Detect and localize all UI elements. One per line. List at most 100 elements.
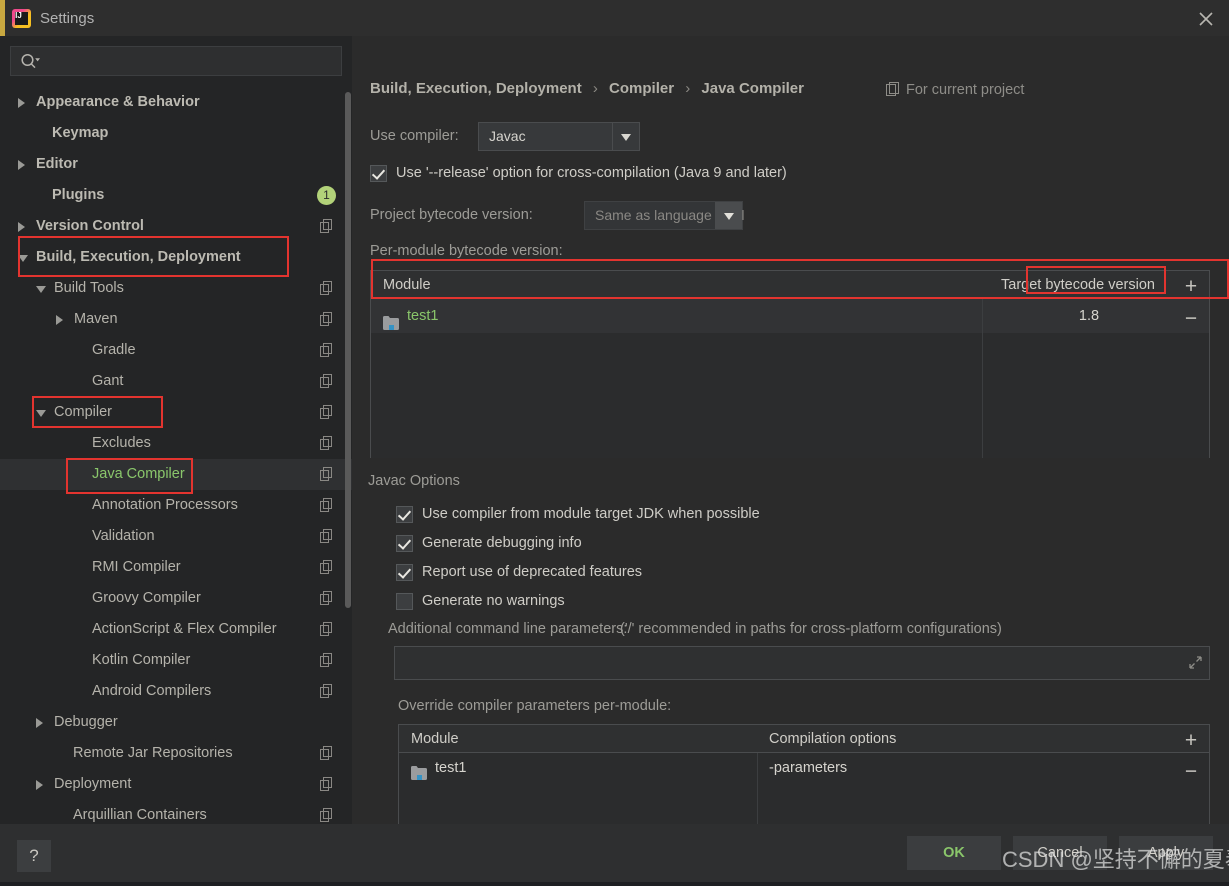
sidebar-item-label: Android Compilers [92,683,212,699]
use-compiler-value: Javac [489,128,526,144]
copy-settings-icon [320,343,334,357]
cell-compilation-options[interactable]: -parameters [769,753,847,783]
chevron-right-icon[interactable] [36,718,43,728]
copy-settings-icon [320,684,334,698]
copy-settings-icon [320,746,334,760]
sidebar-item-label: Compiler [54,404,113,420]
bytecode-col-module: Module [383,277,431,293]
sidebar-item-android-compilers[interactable]: Android Compilers [0,676,352,707]
use-compiler-dropdown[interactable]: Javac [478,122,640,151]
sidebar-item-rmi-compiler[interactable]: RMI Compiler [0,552,352,583]
copy-settings-icon [320,622,334,636]
sidebar-item-remote-jar-repositories[interactable]: Remote Jar Repositories [0,738,352,769]
intellij-idea-logo-icon: IJ [12,9,31,28]
sidebar-item-validation[interactable]: Validation [0,521,352,552]
sidebar-item-label: Plugins [52,187,105,203]
sidebar-item-version-control[interactable]: Version Control [0,211,352,242]
copy-settings-icon [320,560,334,574]
copy-settings-icon [886,82,900,100]
report-deprecated-checkbox[interactable] [396,564,413,581]
background-window-sliver [0,882,1229,886]
sidebar-scrollbar[interactable] [345,92,351,608]
sidebar-item-label: Validation [92,528,155,544]
chevron-right-icon[interactable] [56,315,63,325]
sidebar-item-build-tools[interactable]: Build Tools [0,273,352,304]
sidebar-item-arquillian-containers[interactable]: Arquillian Containers [0,800,352,824]
breadcrumb-item-build[interactable]: Build, Execution, Deployment [370,80,582,97]
sidebar-item-label: Annotation Processors [92,497,238,513]
apply-button[interactable]: Apply [1119,836,1213,870]
sidebar-item-label: Gant [92,373,124,389]
additional-params-input[interactable] [394,646,1210,680]
copy-settings-icon [320,467,334,481]
remove-module-bytecode-button[interactable]: − [1172,304,1210,334]
remove-override-button[interactable]: − [1172,757,1210,787]
override-table-header: Module Compilation options [399,725,1209,753]
sidebar-item-label: Groovy Compiler [92,590,201,606]
breadcrumb-item-compiler[interactable]: Compiler [609,80,674,97]
sidebar-item-editor[interactable]: Editor [0,149,352,180]
sidebar-item-maven[interactable]: Maven [0,304,352,335]
copy-settings-icon [320,312,334,326]
table-row[interactable]: test1 -parameters [399,753,1209,783]
table-row[interactable]: test1 1.8 [371,299,1209,333]
sidebar-item-label: Editor [36,156,78,172]
chevron-right-icon[interactable] [18,222,25,232]
for-current-project-text: For current project [906,82,1025,98]
expand-icon[interactable] [1189,656,1202,674]
sidebar-item-plugins[interactable]: Plugins 1 [0,180,352,211]
chevron-right-icon[interactable] [36,780,43,790]
copy-settings-icon [320,777,334,791]
sidebar-item-gradle[interactable]: Gradle [0,335,352,366]
sidebar-item-label: Keymap [52,125,109,141]
generate-debugging-info-label: Generate debugging info [422,535,582,551]
copy-settings-icon [320,498,334,512]
sidebar-item-gant[interactable]: Gant [0,366,352,397]
help-button[interactable]: ? [17,840,51,872]
chevron-right-icon[interactable] [18,98,25,108]
sidebar-item-excludes[interactable]: Excludes [0,428,352,459]
cell-target-bytecode[interactable]: 1.8 [983,299,1195,333]
sidebar-item-keymap[interactable]: Keymap [0,118,352,149]
sidebar-item-label: Appearance & Behavior [36,94,200,110]
chevron-down-icon[interactable] [36,286,46,293]
chevron-down-icon[interactable] [36,410,46,417]
sidebar-item-deployment[interactable]: Deployment [0,769,352,800]
sidebar-item-label: RMI Compiler [92,559,181,575]
dialog-footer: ? OK Cancel Apply [0,824,1229,882]
for-current-project-label: For current project [886,82,1024,100]
sidebar-item-label: Arquillian Containers [73,807,207,823]
generate-no-warnings-checkbox[interactable] [396,593,413,610]
add-override-button[interactable]: + [1172,726,1210,756]
override-col-options: Compilation options [769,731,897,747]
release-option-checkbox[interactable] [370,165,387,182]
sidebar-item-appearance-behavior[interactable]: Appearance & Behavior [0,87,352,118]
search-box[interactable] [10,46,342,77]
copy-settings-icon [320,653,334,667]
close-icon[interactable] [1183,0,1229,36]
sidebar-item-compiler[interactable]: Compiler [0,397,352,428]
sidebar-item-groovy-compiler[interactable]: Groovy Compiler [0,583,352,614]
sidebar-item-label: ActionScript & Flex Compiler [92,621,277,637]
sidebar-item-debugger[interactable]: Debugger [0,707,352,738]
chevron-right-icon[interactable] [18,160,25,170]
settings-sidebar: Appearance & Behavior Keymap Editor Plugins… [0,36,352,824]
cancel-button[interactable]: Cancel [1013,836,1107,870]
use-module-jdk-checkbox[interactable] [396,506,413,523]
sidebar-item-build-execution-deployment[interactable]: Build, Execution, Deployment [0,242,352,273]
search-input[interactable] [47,47,341,77]
sidebar-item-annotation-processors[interactable]: Annotation Processors [0,490,352,521]
copy-settings-icon [320,281,334,295]
sidebar-item-label: Maven [74,311,118,327]
sidebar-item-kotlin-compiler[interactable]: Kotlin Compiler [0,645,352,676]
ok-button[interactable]: OK [907,836,1001,870]
project-bytecode-dropdown[interactable]: Same as language level [584,201,744,230]
sidebar-item-label: Gradle [92,342,136,358]
add-module-bytecode-button[interactable]: + [1172,272,1210,302]
module-icon [383,309,399,330]
chevron-down-icon[interactable] [18,255,28,262]
sidebar-item-actionscript-flex-compiler[interactable]: ActionScript & Flex Compiler [0,614,352,645]
sidebar-item-java-compiler[interactable]: Java Compiler [0,459,352,490]
generate-debugging-info-checkbox[interactable] [396,535,413,552]
title-bar: IJ Settings [0,0,1229,36]
